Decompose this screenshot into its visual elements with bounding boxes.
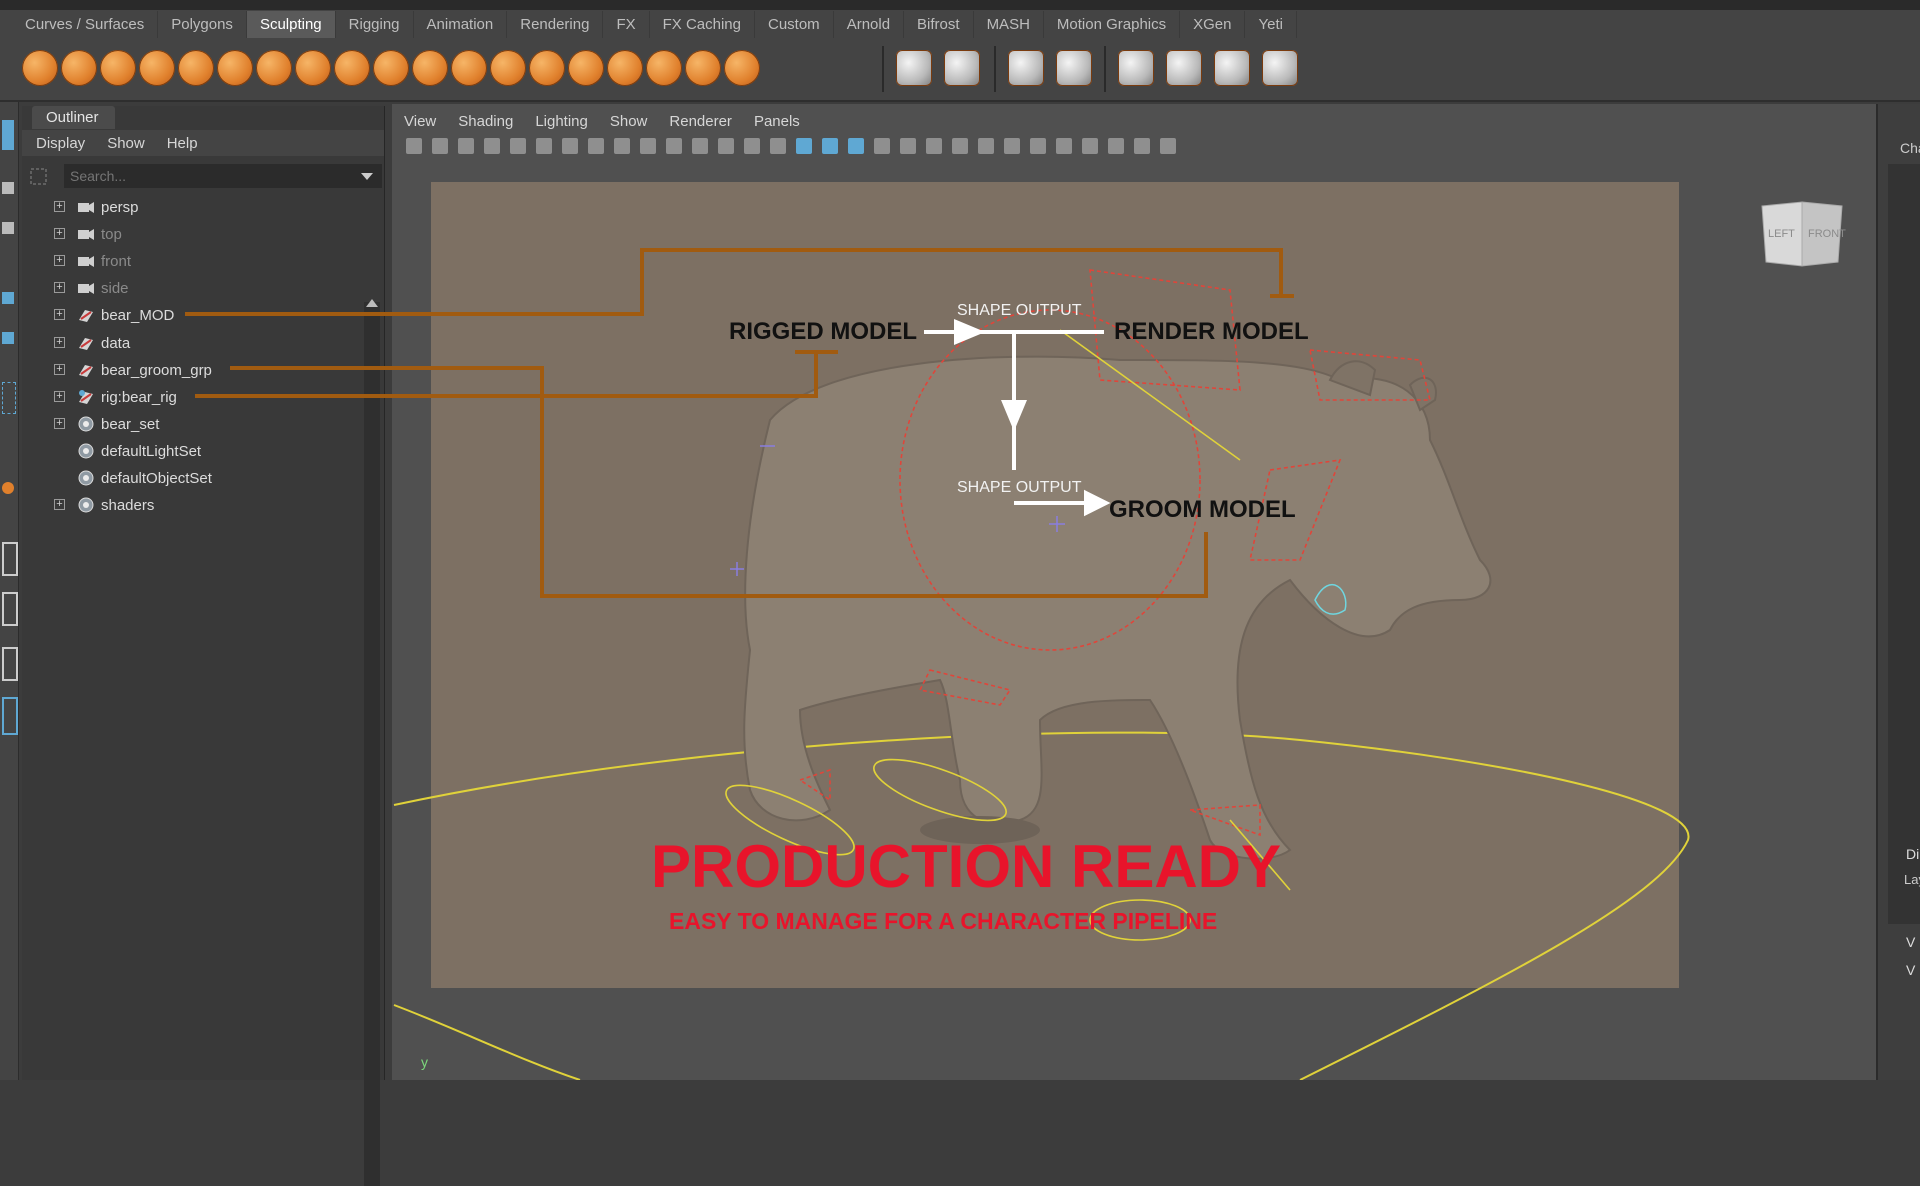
axis-y-label: y (421, 1054, 428, 1070)
view-cube-left-label: LEFT (1768, 228, 1795, 240)
groom-model-label: GROOM MODEL (1109, 496, 1296, 523)
channel-box-area (1888, 164, 1920, 924)
channel-box-panel: Cha Di Lay V V (1876, 104, 1920, 1080)
rigged-model-label: RIGGED MODEL (729, 318, 918, 345)
layer-v-toggle-1[interactable]: V (1906, 934, 1915, 950)
display-tab[interactable]: Di (1906, 846, 1919, 862)
layers-menu[interactable]: Lay (1904, 872, 1920, 887)
bear-model (743, 355, 1492, 860)
channel-box-tab[interactable]: Cha (1900, 140, 1920, 156)
view-cube-front-label: FRONT (1808, 228, 1846, 240)
subheadline: EASY TO MANAGE FOR A CHARACTER PIPELINE (669, 908, 1218, 934)
layer-v-toggle-2[interactable]: V (1906, 962, 1915, 978)
view-cube[interactable]: LEFT FRONT (1760, 200, 1846, 274)
shape-output-label-top: SHAPE OUTPUT (957, 302, 1082, 319)
render-model-label: RENDER MODEL (1114, 318, 1309, 345)
headline: PRODUCTION READY (651, 833, 1282, 900)
shape-output-label-bottom: SHAPE OUTPUT (957, 479, 1082, 496)
